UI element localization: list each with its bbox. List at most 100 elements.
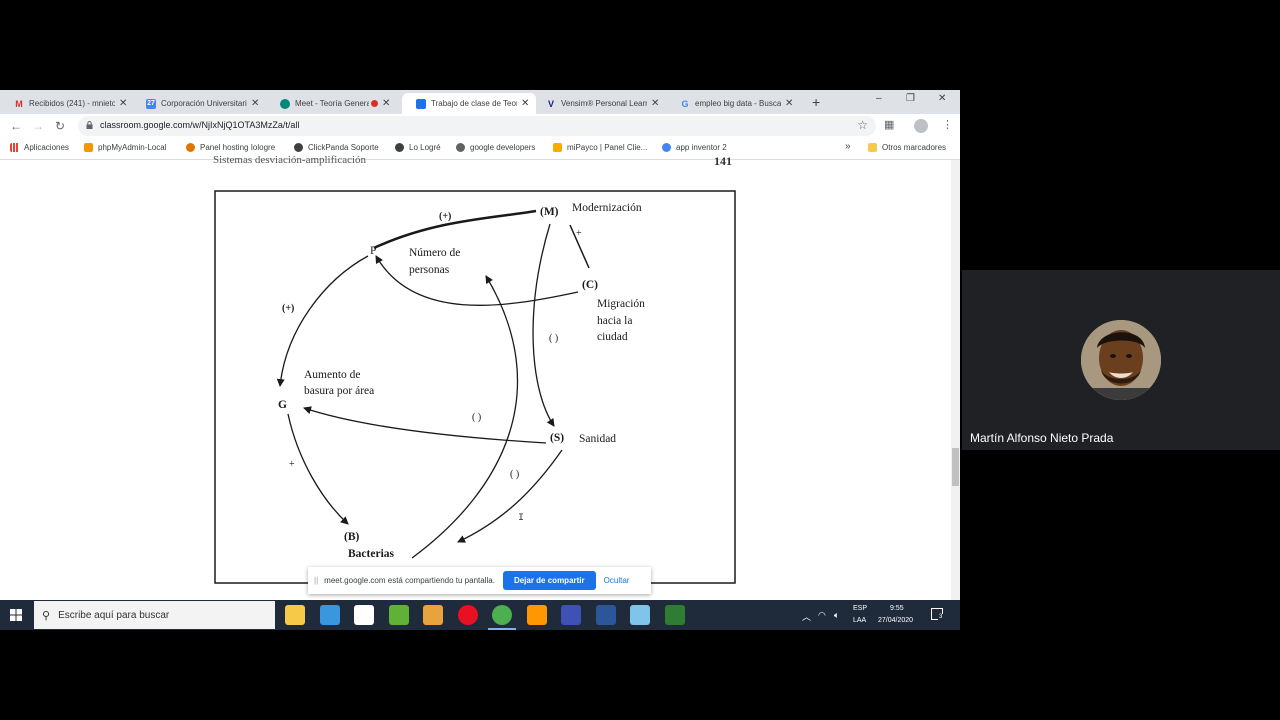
new-tab-button[interactable]: + xyxy=(812,94,820,110)
meet-icon xyxy=(280,98,290,109)
link-p-g xyxy=(276,255,369,387)
close-icon[interactable]: ✕ xyxy=(651,98,659,109)
gmail-icon: M xyxy=(15,98,23,109)
node-p: P xyxy=(370,245,376,257)
bookmark-label: Aplicaciones xyxy=(24,143,69,152)
address-bar[interactable]: classroom.google.com/w/NjIxNjQ1OTA3MzZa/… xyxy=(78,116,876,136)
label-migracion-3: ciudad xyxy=(597,331,628,343)
menu-kebab-icon[interactable]: ⋮ xyxy=(942,118,953,131)
bookmark-star-icon[interactable]: ☆ xyxy=(857,118,868,132)
globe-icon xyxy=(395,143,404,152)
tab-google-search[interactable]: G empleo big data - Buscar ✕ xyxy=(666,93,804,114)
tab-gmail[interactable]: M Recibidos (241) - mnieto ✕ xyxy=(0,93,140,114)
link-m-p xyxy=(373,209,537,250)
tab-classroom[interactable]: Trabajo de clase de Teoría ✕ xyxy=(402,93,536,114)
extension-grid-icon[interactable]: ▦ xyxy=(884,118,894,131)
taskbar-search-box[interactable]: ⚲ Escribe aquí para buscar xyxy=(34,601,275,629)
browser-tab-strip: M Recibidos (241) - mnieto ✕ 27 Corporac… xyxy=(0,90,960,114)
bookmark-google-developers[interactable]: google developers xyxy=(456,143,535,152)
app-icon[interactable] xyxy=(664,605,685,625)
bookmark-label: google developers xyxy=(470,143,536,152)
store-icon[interactable] xyxy=(354,605,374,625)
profile-avatar[interactable] xyxy=(914,119,928,133)
back-arrow-icon[interactable]: ← xyxy=(10,119,22,133)
search-icon: ⚲ xyxy=(42,609,51,622)
close-window-button[interactable]: ✕ xyxy=(938,93,946,104)
apps-grid-icon xyxy=(10,143,19,152)
meet-screen-share-view: M Recibidos (241) - mnieto ✕ 27 Corporac… xyxy=(0,0,1280,720)
tab-vensim[interactable]: V Vensim® Personal Learning ✕ xyxy=(532,93,670,114)
close-icon[interactable]: ✕ xyxy=(251,98,259,109)
participant-tile[interactable]: Martín Alfonso Nieto Prada xyxy=(962,270,1280,450)
windows-start-icon[interactable] xyxy=(10,609,22,621)
reload-icon[interactable]: ↻ xyxy=(55,119,65,133)
file-explorer-icon[interactable] xyxy=(285,605,305,625)
sublime-icon[interactable] xyxy=(526,605,547,625)
page-scrollbar[interactable] xyxy=(951,160,960,600)
recording-indicator-icon xyxy=(371,100,378,107)
participant-name: Martín Alfonso Nieto Prada xyxy=(970,431,1114,445)
label-bacterias: Bacterias xyxy=(348,548,395,560)
input-layout[interactable]: LAA xyxy=(853,617,866,624)
sign-m-c: + xyxy=(576,228,582,239)
link-c-p xyxy=(375,255,579,306)
classroom-content: Sistemas desviación-amplificación 141 (M… xyxy=(0,154,960,600)
calendar-icon: 27 xyxy=(146,98,156,109)
bookmark-mipayco[interactable]: miPayco | Panel Clie... xyxy=(553,143,647,152)
node-c: (C) xyxy=(582,279,598,291)
gear-icon xyxy=(456,143,465,152)
minimize-button[interactable]: – xyxy=(876,93,882,104)
stop-sharing-button[interactable]: Dejar de compartir xyxy=(502,571,596,590)
scrollbar-thumb[interactable] xyxy=(952,448,959,486)
bookmark-lo-logre[interactable]: Lo Logré xyxy=(395,143,441,152)
close-icon[interactable]: ✕ xyxy=(521,98,529,109)
wifi-icon[interactable]: ◠ xyxy=(818,610,826,621)
tab-calendar[interactable]: 27 Corporación Universitaria ✕ xyxy=(132,93,272,114)
chrome-icon[interactable] xyxy=(488,605,516,630)
word-icon[interactable] xyxy=(595,605,616,625)
bookmark-apps[interactable]: Aplicaciones xyxy=(10,143,69,152)
input-language[interactable]: ESP xyxy=(853,605,867,612)
clock-time[interactable]: 9:55 xyxy=(890,605,904,612)
label-basura-1: Aumento de xyxy=(304,369,361,381)
media-icon[interactable] xyxy=(423,605,443,625)
vensim-icon: V xyxy=(547,98,554,109)
close-icon[interactable]: ✕ xyxy=(382,98,390,109)
show-hidden-icons-chevron-icon[interactable]: ︿ xyxy=(802,610,811,623)
link-m-s xyxy=(532,223,555,427)
label-sanidad: Sanidad xyxy=(579,433,616,445)
save-app-icon[interactable] xyxy=(561,605,581,625)
paint-icon[interactable] xyxy=(630,605,650,625)
node-s: (S) xyxy=(550,432,564,444)
bookmark-clickpanda[interactable]: ClickPanda Soporte xyxy=(294,143,379,152)
bookmark-phpmyadmin[interactable]: phpMyAdmin-Local xyxy=(84,143,166,152)
label-migracion-1: Migración xyxy=(597,298,645,310)
sign-g-b: + xyxy=(289,459,295,470)
bookmark-label: phpMyAdmin-Local xyxy=(98,143,167,152)
bookmark-label: app inventor 2 xyxy=(676,143,727,152)
sign-m-s: ( ) xyxy=(549,333,558,344)
drag-handle-icon[interactable]: || xyxy=(314,576,318,585)
forward-arrow-icon[interactable]: → xyxy=(32,119,44,133)
participant-avatar xyxy=(1081,320,1161,400)
bookmark-other[interactable]: Otros marcadores xyxy=(868,143,946,152)
recorder-icon[interactable] xyxy=(457,605,478,625)
volume-icon[interactable]: 🔈︎ xyxy=(834,610,839,621)
desktop-icon[interactable] xyxy=(319,605,340,625)
folder-icon xyxy=(868,143,877,152)
more-bookmarks-chevron-icon[interactable]: » xyxy=(845,141,851,152)
node-g: G xyxy=(278,399,287,411)
close-icon[interactable]: ✕ xyxy=(785,98,793,109)
phpmyadmin-icon xyxy=(84,143,93,152)
tab-label: Meet - Teoría General xyxy=(295,99,369,108)
bookmark-app-inventor[interactable]: app inventor 2 xyxy=(662,143,727,152)
label-modernizacion: Modernización xyxy=(572,202,642,214)
excel-like-icon[interactable] xyxy=(388,605,409,625)
bookmark-panel-hosting[interactable]: Panel hosting Iologre xyxy=(186,143,275,152)
sign-s-g: ( ) xyxy=(472,412,481,423)
clock-date[interactable]: 27/04/2020 xyxy=(878,617,913,624)
close-icon[interactable]: ✕ xyxy=(119,98,127,109)
restore-button[interactable]: ❐ xyxy=(906,93,915,104)
hide-banner-button[interactable]: Ocultar xyxy=(604,576,630,585)
tab-meet[interactable]: Meet - Teoría General ✕ xyxy=(266,93,404,114)
